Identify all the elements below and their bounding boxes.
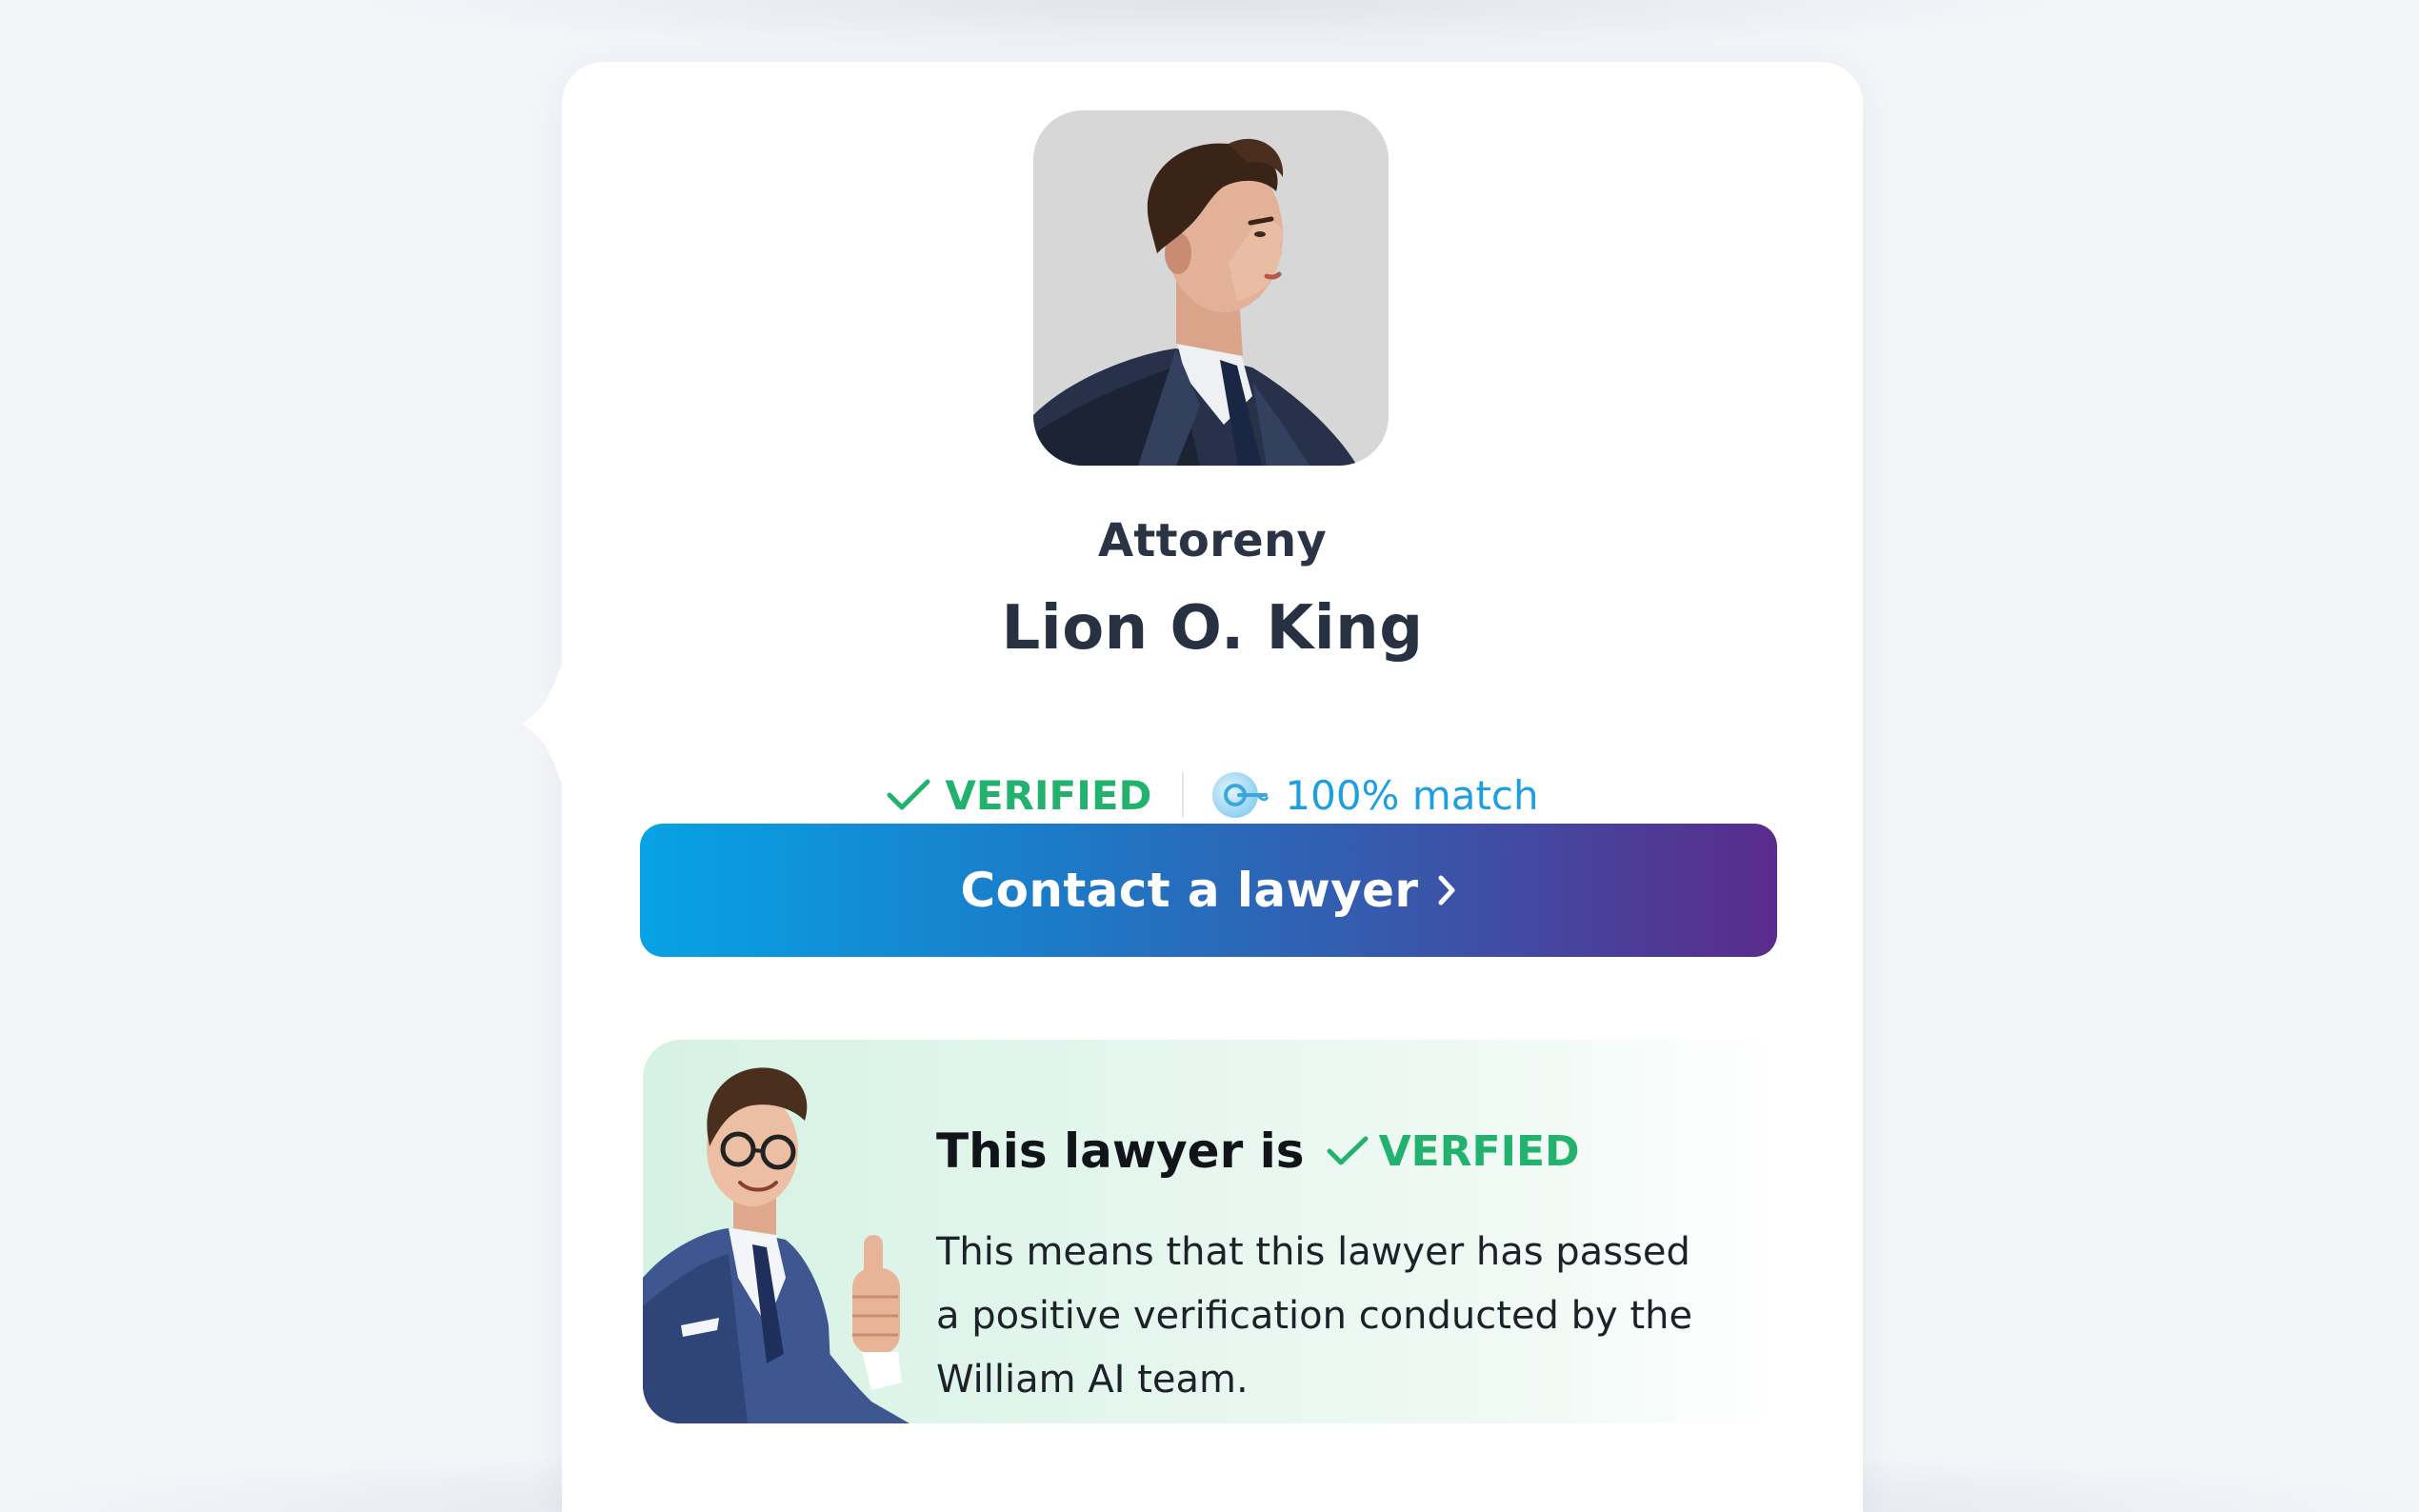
lawyer-profile-card: Attoreny Lion O. King VERIFIED 100% matc… — [522, 62, 1863, 1512]
info-title-text: This lawyer is — [936, 1124, 1305, 1179]
info-line: a positive verification conducted by the — [936, 1294, 1693, 1338]
chevron-right-icon — [1436, 873, 1457, 907]
check-icon — [1326, 1135, 1369, 1167]
info-verified-badge: VERFIED — [1326, 1127, 1580, 1176]
badge-divider — [1182, 772, 1185, 818]
info-verified-label: VERFIED — [1378, 1126, 1580, 1176]
check-icon — [886, 778, 931, 812]
verified-badge: VERIFIED — [886, 772, 1151, 819]
badge-row: VERIFIED 100% match — [562, 766, 1863, 824]
lawyer-portrait-icon — [1033, 110, 1389, 466]
thumbs-up-lawyer-icon — [643, 1067, 910, 1423]
contact-lawyer-button[interactable]: Contact a lawyer — [640, 824, 1777, 957]
contact-button-label: Contact a lawyer — [960, 863, 1419, 918]
match-label: 100% match — [1285, 771, 1539, 819]
info-description: This means that this lawyer has passed a… — [936, 1221, 1698, 1412]
match-icon — [1210, 768, 1271, 822]
info-line: This means that this lawyer has passed — [936, 1230, 1690, 1274]
match-badge: 100% match — [1210, 768, 1539, 822]
verified-label: VERIFIED — [945, 771, 1152, 819]
verification-info-panel: This lawyer is VERFIED This means that t… — [643, 1040, 1782, 1423]
info-title: This lawyer is VERFIED — [936, 1124, 1580, 1179]
lawyer-name: Lion O. King — [1001, 593, 1424, 664]
lawyer-avatar — [1033, 110, 1389, 466]
lawyer-role: Attoreny — [1097, 514, 1328, 567]
info-line: William AI team. — [936, 1358, 1249, 1402]
